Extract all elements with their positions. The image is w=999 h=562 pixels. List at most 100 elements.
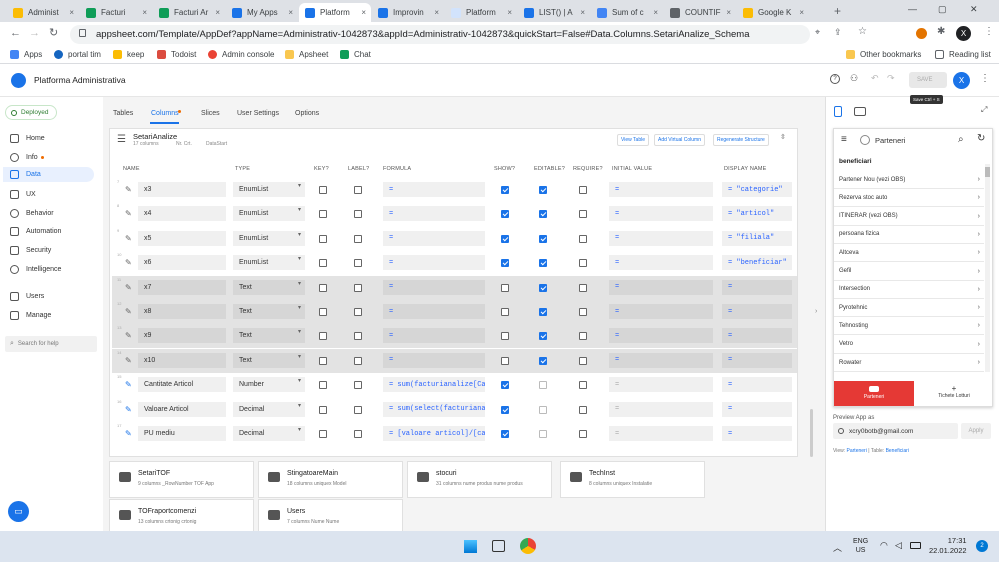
- column-row[interactable]: 14 ✎ x10 Text ▾ = = =: [112, 348, 797, 373]
- other-bookmarks[interactable]: Other bookmarks: [846, 50, 921, 59]
- tab-user-settings[interactable]: User Settings: [237, 110, 279, 117]
- key-checkbox[interactable]: [319, 186, 327, 194]
- column-type-select[interactable]: Text ▾: [233, 304, 305, 319]
- reload-icon[interactable]: ↻: [49, 26, 58, 39]
- initial-value-input[interactable]: =: [609, 279, 713, 295]
- browser-tab[interactable]: COUNTIF ×: [664, 3, 736, 22]
- preview-scroll-thumb[interactable]: [985, 167, 990, 177]
- close-tab-icon[interactable]: ×: [288, 8, 293, 17]
- column-name-input[interactable]: x5: [138, 230, 226, 246]
- column-name-input[interactable]: Valoare Articol: [138, 401, 226, 417]
- profile-avatar[interactable]: X: [956, 26, 971, 41]
- column-type-select[interactable]: EnumList ▾: [233, 255, 305, 271]
- preview-list-item[interactable]: Altceva ›: [834, 244, 984, 263]
- column-type-select[interactable]: EnumList ▾: [233, 206, 305, 222]
- initial-value-input[interactable]: =: [609, 206, 713, 222]
- bookmark-admin-console[interactable]: Admin console: [208, 50, 274, 59]
- table-link[interactable]: Beneficiari: [886, 448, 909, 454]
- nav-ux[interactable]: UX: [10, 190, 36, 199]
- bookmark-chat[interactable]: Chat: [340, 50, 371, 59]
- close-tab-icon[interactable]: ×: [653, 8, 658, 17]
- display-name-input[interactable]: =: [722, 401, 792, 417]
- editable-checkbox[interactable]: [539, 259, 547, 268]
- edit-pencil-icon[interactable]: ✎: [125, 331, 132, 340]
- editable-checkbox[interactable]: [539, 210, 547, 219]
- label-checkbox[interactable]: [354, 234, 362, 243]
- editable-checkbox[interactable]: [539, 381, 547, 390]
- view-link[interactable]: Parteneri: [847, 448, 867, 454]
- key-checkbox[interactable]: [319, 210, 327, 219]
- label-checkbox[interactable]: [354, 186, 362, 194]
- show-checkbox[interactable]: [501, 430, 509, 438]
- close-tab-icon[interactable]: ×: [799, 8, 804, 17]
- column-type-select[interactable]: Decimal ▾: [233, 426, 305, 441]
- tab-slices[interactable]: Slices: [201, 110, 220, 117]
- key-checkbox[interactable]: [319, 356, 327, 365]
- table-card[interactable]: TOFraportcomenzi 13 columns crtonig crton…: [109, 499, 254, 531]
- battery-icon[interactable]: [910, 542, 921, 549]
- initial-value-input[interactable]: =: [609, 255, 713, 271]
- edit-pencil-icon[interactable]: ✎: [125, 283, 132, 292]
- column-row[interactable]: 12 ✎ x8 Text ▾ = = =: [112, 300, 797, 324]
- browser-tab[interactable]: Google K ×: [737, 3, 809, 22]
- initial-value-input[interactable]: =: [609, 377, 713, 393]
- preview-list-item[interactable]: Rowater ›: [834, 354, 984, 372]
- close-window-icon[interactable]: ✕: [970, 4, 978, 15]
- initial-value-input[interactable]: =: [609, 401, 713, 417]
- label-checkbox[interactable]: [354, 430, 362, 438]
- column-name-input[interactable]: x8: [138, 304, 226, 319]
- bottom-nav-parteneri[interactable]: Parteneri: [834, 381, 914, 406]
- display-name-input[interactable]: =: [722, 279, 792, 295]
- label-checkbox[interactable]: [354, 210, 362, 219]
- display-name-input[interactable]: =: [722, 377, 792, 393]
- edit-pencil-icon[interactable]: ✎: [125, 258, 132, 267]
- editable-checkbox[interactable]: [539, 186, 547, 194]
- initial-value-input[interactable]: =: [609, 426, 713, 441]
- require-checkbox[interactable]: [579, 356, 587, 365]
- regenerate-structure-button[interactable]: Regenerate Structure: [713, 134, 769, 146]
- formula-input[interactable]: =: [383, 279, 485, 295]
- scrollbar[interactable]: [810, 409, 813, 457]
- new-tab-icon[interactable]: +: [834, 4, 841, 18]
- tab-tables[interactable]: Tables: [113, 110, 133, 117]
- editable-checkbox[interactable]: [539, 234, 547, 243]
- share-icon[interactable]: ⇪: [834, 27, 842, 38]
- require-checkbox[interactable]: [579, 405, 587, 414]
- minimize-icon[interactable]: —: [908, 4, 917, 14]
- column-name-input[interactable]: x9: [138, 328, 226, 344]
- bookmark-star-icon[interactable]: ☆: [858, 26, 867, 37]
- label-checkbox[interactable]: [354, 356, 362, 365]
- editable-checkbox[interactable]: [539, 430, 547, 438]
- nav-info[interactable]: Info: [10, 153, 44, 162]
- deployed-badge[interactable]: Deployed: [5, 105, 57, 120]
- notification-badge[interactable]: 2: [976, 540, 988, 552]
- formula-input[interactable]: = sum(select(facturiana: [383, 401, 485, 417]
- nav-automation[interactable]: Automation: [10, 227, 61, 236]
- column-type-select[interactable]: EnumList ▾: [233, 230, 305, 246]
- refresh-icon[interactable]: ↻: [977, 133, 985, 144]
- collapse-icon[interactable]: ⇳: [780, 133, 786, 141]
- column-type-select[interactable]: Text ▾: [233, 352, 305, 368]
- show-checkbox[interactable]: [501, 210, 509, 219]
- close-tab-icon[interactable]: ×: [361, 8, 366, 17]
- preview-list-item[interactable]: ITINERAR (vezi OBS) ›: [834, 208, 984, 226]
- close-tab-icon[interactable]: ×: [69, 8, 74, 17]
- tab-columns[interactable]: Columns: [151, 110, 179, 117]
- table-card[interactable]: SetariTOF 9 columns _RowNumber TOF App: [109, 461, 254, 498]
- table-card[interactable]: stocuri 31 columns nume produs nume produ…: [407, 461, 552, 498]
- share-user-icon[interactable]: ⚇: [850, 73, 858, 84]
- browser-tab[interactable]: My Apps ×: [226, 3, 298, 22]
- nav-behavior[interactable]: Behavior: [10, 209, 54, 218]
- key-checkbox[interactable]: [319, 234, 327, 243]
- show-checkbox[interactable]: [501, 356, 509, 365]
- browser-tab[interactable]: Improvin ×: [372, 3, 444, 22]
- label-checkbox[interactable]: [354, 259, 362, 268]
- column-type-select[interactable]: Text ▾: [233, 328, 305, 344]
- require-checkbox[interactable]: [579, 259, 587, 268]
- mobile-preview-icon[interactable]: [834, 106, 842, 117]
- close-tab-icon[interactable]: ×: [580, 8, 585, 17]
- nav-home[interactable]: Home: [10, 134, 45, 143]
- display-name-input[interactable]: =: [722, 352, 792, 368]
- chevron-up-icon[interactable]: ︿: [833, 541, 842, 554]
- column-row[interactable]: 7 ✎ x3 EnumList ▾ = = = "categorie": [112, 178, 797, 202]
